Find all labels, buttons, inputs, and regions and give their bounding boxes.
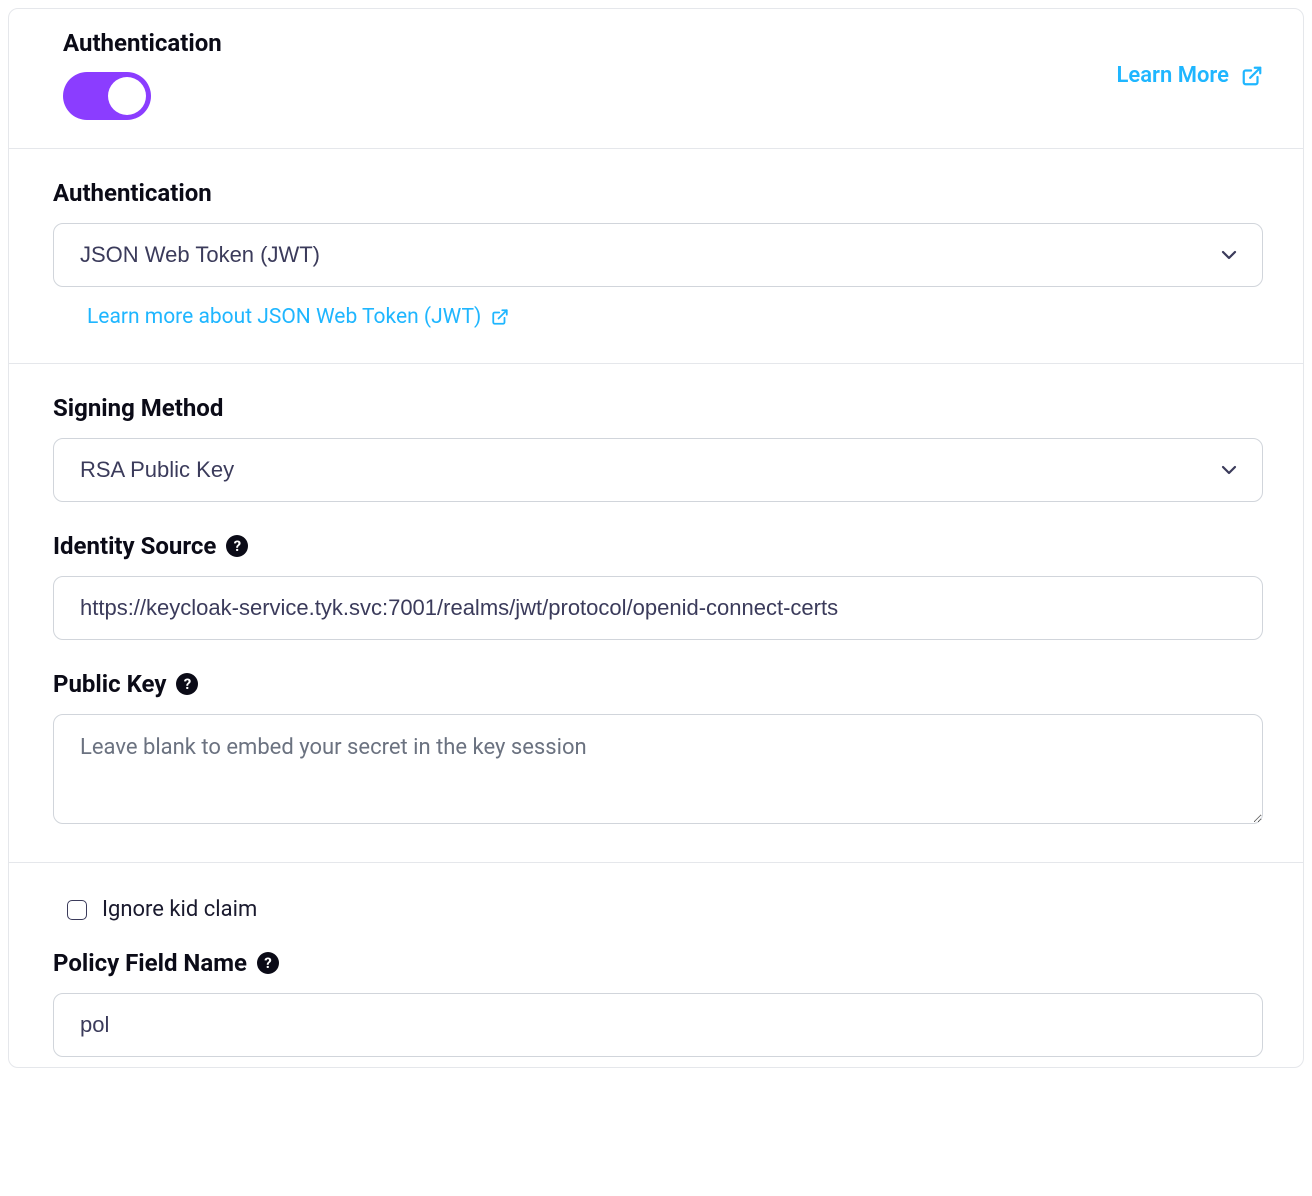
signing-method-select[interactable]: RSA Public Key (53, 438, 1263, 502)
learn-more-label: Learn More (1117, 63, 1229, 88)
auth-type-select-wrap: JSON Web Token (JWT) (53, 223, 1263, 287)
auth-jwt-learn-more-link[interactable]: Learn more about JSON Web Token (JWT) (87, 305, 509, 329)
help-icon[interactable]: ? (176, 673, 198, 695)
policy-field-label: Policy Field Name (53, 949, 247, 977)
identity-source-label-row: Identity Source ? (53, 532, 1263, 560)
external-link-icon (491, 308, 509, 326)
ignore-kid-row: Ignore kid claim (63, 897, 1263, 923)
toggle-knob (108, 77, 146, 115)
ignore-kid-label[interactable]: Ignore kid claim (102, 897, 257, 922)
authentication-panel: Authentication Learn More Authentication… (8, 8, 1304, 1068)
auth-header: Authentication Learn More (9, 9, 1303, 149)
auth-header-left: Authentication (63, 29, 222, 120)
authentication-toggle[interactable] (63, 72, 151, 120)
help-icon[interactable]: ? (257, 952, 279, 974)
public-key-textarea[interactable] (53, 714, 1263, 824)
ignore-kid-checkbox[interactable] (67, 900, 87, 920)
policy-field-label-row: Policy Field Name ? (53, 949, 1263, 977)
identity-source-label: Identity Source (53, 532, 216, 560)
public-key-label: Public Key (53, 670, 166, 698)
learn-more-link[interactable]: Learn More (1117, 63, 1263, 88)
auth-type-section: Authentication JSON Web Token (JWT) Lear… (9, 149, 1303, 364)
auth-jwt-learn-more-label: Learn more about JSON Web Token (JWT) (87, 305, 481, 329)
auth-type-select[interactable]: JSON Web Token (JWT) (53, 223, 1263, 287)
panel-title: Authentication (63, 29, 222, 58)
signing-section: Signing Method RSA Public Key Identity S… (9, 364, 1303, 863)
auth-type-label: Authentication (53, 179, 1263, 207)
signing-method-label: Signing Method (53, 394, 1263, 422)
policy-section: Ignore kid claim Policy Field Name ? (9, 863, 1303, 1067)
signing-method-select-wrap: RSA Public Key (53, 438, 1263, 502)
policy-field-input[interactable] (53, 993, 1263, 1057)
public-key-label-row: Public Key ? (53, 670, 1263, 698)
help-icon[interactable]: ? (226, 535, 248, 557)
external-link-icon (1241, 65, 1263, 87)
identity-source-input[interactable] (53, 576, 1263, 640)
